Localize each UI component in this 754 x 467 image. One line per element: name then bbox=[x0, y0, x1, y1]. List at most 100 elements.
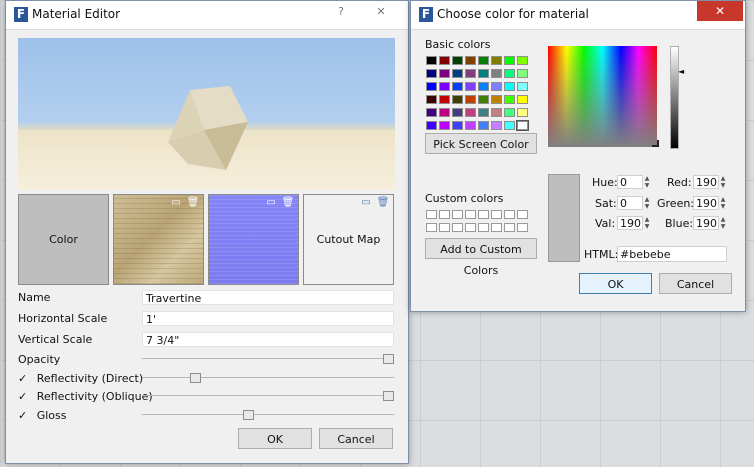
basic-color-swatch[interactable] bbox=[426, 108, 437, 117]
opacity-slider[interactable] bbox=[142, 354, 394, 364]
basic-color-swatch[interactable] bbox=[452, 95, 463, 104]
basic-color-swatch[interactable] bbox=[478, 56, 489, 65]
pick-screen-color-button[interactable]: Pick Screen Color bbox=[425, 133, 537, 154]
basic-color-swatch[interactable] bbox=[504, 95, 515, 104]
basic-color-swatch[interactable] bbox=[426, 95, 437, 104]
ok-button[interactable]: OK bbox=[579, 273, 652, 294]
basic-color-swatch[interactable] bbox=[491, 121, 502, 130]
add-to-custom-colors-button[interactable]: Add to Custom Colors bbox=[425, 238, 537, 277]
basic-color-swatch[interactable] bbox=[439, 69, 450, 78]
basic-color-swatch[interactable] bbox=[465, 56, 476, 65]
close-button[interactable]: ✕ bbox=[361, 2, 401, 22]
basic-color-swatch[interactable] bbox=[478, 69, 489, 78]
basic-color-swatch[interactable] bbox=[465, 82, 476, 91]
custom-color-slot[interactable] bbox=[491, 210, 502, 219]
basic-color-swatch[interactable] bbox=[452, 108, 463, 117]
vertical-scale-field[interactable]: 7 3/4" bbox=[142, 332, 394, 347]
hue-input[interactable]: 0 bbox=[617, 175, 643, 189]
reflectivity-direct-thumb[interactable] bbox=[190, 373, 201, 383]
normal-map-tile[interactable]: ▭ 🗑 bbox=[208, 194, 299, 285]
green-input[interactable]: 190 bbox=[693, 196, 719, 210]
basic-color-swatch[interactable] bbox=[465, 108, 476, 117]
basic-color-swatch[interactable] bbox=[465, 95, 476, 104]
close-button[interactable]: ✕ bbox=[697, 1, 743, 21]
basic-color-swatch[interactable] bbox=[478, 121, 489, 130]
trash-icon[interactable]: 🗑 bbox=[281, 197, 295, 209]
folder-icon[interactable]: ▭ bbox=[169, 197, 183, 209]
basic-color-swatch[interactable] bbox=[517, 69, 528, 78]
reflectivity-direct-checkbox[interactable]: ✓ bbox=[18, 372, 27, 385]
basic-color-swatch[interactable] bbox=[491, 108, 502, 117]
custom-color-slot[interactable] bbox=[517, 223, 528, 232]
trash-icon[interactable]: 🗑 bbox=[186, 197, 200, 209]
blue-spinner[interactable]: ▲ ▼ bbox=[719, 216, 727, 230]
reflectivity-oblique-thumb[interactable] bbox=[383, 391, 394, 401]
horizontal-scale-field[interactable]: 1' bbox=[142, 311, 394, 326]
reflectivity-direct-slider[interactable] bbox=[142, 373, 394, 383]
basic-color-swatch[interactable] bbox=[516, 120, 529, 131]
sat-input[interactable]: 0 bbox=[617, 196, 643, 210]
basic-color-swatch[interactable] bbox=[426, 82, 437, 91]
basic-color-swatch[interactable] bbox=[504, 56, 515, 65]
custom-color-slot[interactable] bbox=[478, 210, 489, 219]
basic-color-swatch[interactable] bbox=[426, 121, 437, 130]
basic-color-swatch[interactable] bbox=[478, 108, 489, 117]
basic-color-swatch[interactable] bbox=[491, 56, 502, 65]
custom-color-slot[interactable] bbox=[491, 223, 502, 232]
cutout-map-tile[interactable]: ▭ 🗑 Cutout Map bbox=[303, 194, 394, 285]
basic-color-swatch[interactable] bbox=[517, 56, 528, 65]
custom-color-slot[interactable] bbox=[439, 210, 450, 219]
basic-color-swatch[interactable] bbox=[439, 56, 450, 65]
basic-color-swatch[interactable] bbox=[504, 82, 515, 91]
basic-color-swatch[interactable] bbox=[504, 121, 515, 130]
basic-color-swatch[interactable] bbox=[439, 95, 450, 104]
luminance-slider[interactable] bbox=[670, 46, 679, 149]
green-spinner[interactable]: ▲ ▼ bbox=[719, 196, 727, 210]
custom-color-slot[interactable] bbox=[439, 223, 450, 232]
hue-spinner[interactable]: ▲ ▼ bbox=[643, 175, 651, 189]
val-input[interactable]: 190 bbox=[617, 216, 643, 230]
basic-color-swatch[interactable] bbox=[439, 82, 450, 91]
html-input[interactable]: #bebebe bbox=[617, 246, 727, 262]
basic-color-swatch[interactable] bbox=[517, 82, 528, 91]
blue-input[interactable]: 190 bbox=[693, 216, 719, 230]
cancel-button[interactable]: Cancel bbox=[659, 273, 732, 294]
basic-color-swatch[interactable] bbox=[517, 108, 528, 117]
basic-color-swatch[interactable] bbox=[452, 69, 463, 78]
custom-color-slot[interactable] bbox=[426, 210, 437, 219]
red-input[interactable]: 190 bbox=[693, 175, 719, 189]
custom-color-slot[interactable] bbox=[426, 223, 437, 232]
basic-color-swatch[interactable] bbox=[517, 95, 528, 104]
basic-color-swatch[interactable] bbox=[465, 69, 476, 78]
basic-color-swatch[interactable] bbox=[504, 69, 515, 78]
sat-spinner[interactable]: ▲ ▼ bbox=[643, 196, 651, 210]
folder-icon[interactable]: ▭ bbox=[359, 197, 373, 209]
trash-icon[interactable]: 🗑 bbox=[376, 197, 390, 209]
basic-color-swatch[interactable] bbox=[478, 82, 489, 91]
gloss-checkbox[interactable]: ✓ bbox=[18, 409, 27, 422]
custom-color-slot[interactable] bbox=[478, 223, 489, 232]
basic-color-swatch[interactable] bbox=[452, 56, 463, 65]
basic-color-swatch[interactable] bbox=[504, 108, 515, 117]
ok-button[interactable]: OK bbox=[238, 428, 312, 449]
name-field[interactable]: Travertine bbox=[142, 290, 394, 305]
basic-color-swatch[interactable] bbox=[491, 82, 502, 91]
custom-color-slot[interactable] bbox=[452, 223, 463, 232]
color-spectrum-picker[interactable] bbox=[548, 46, 657, 147]
help-button[interactable]: ? bbox=[321, 2, 361, 22]
diffuse-map-tile[interactable]: ▭ 🗑 bbox=[113, 194, 204, 285]
reflectivity-oblique-checkbox[interactable]: ✓ bbox=[18, 390, 27, 403]
folder-icon[interactable]: ▭ bbox=[264, 197, 278, 209]
basic-color-swatch[interactable] bbox=[439, 108, 450, 117]
custom-color-slot[interactable] bbox=[452, 210, 463, 219]
red-spinner[interactable]: ▲ ▼ bbox=[719, 175, 727, 189]
basic-color-swatch[interactable] bbox=[478, 95, 489, 104]
color-tile[interactable]: Color bbox=[18, 194, 109, 285]
basic-color-swatch[interactable] bbox=[465, 121, 476, 130]
custom-color-slot[interactable] bbox=[504, 210, 515, 219]
custom-color-slot[interactable] bbox=[465, 210, 476, 219]
gloss-thumb[interactable] bbox=[243, 410, 254, 420]
basic-color-swatch[interactable] bbox=[491, 69, 502, 78]
gloss-slider[interactable] bbox=[142, 410, 394, 420]
basic-color-swatch[interactable] bbox=[426, 56, 437, 65]
